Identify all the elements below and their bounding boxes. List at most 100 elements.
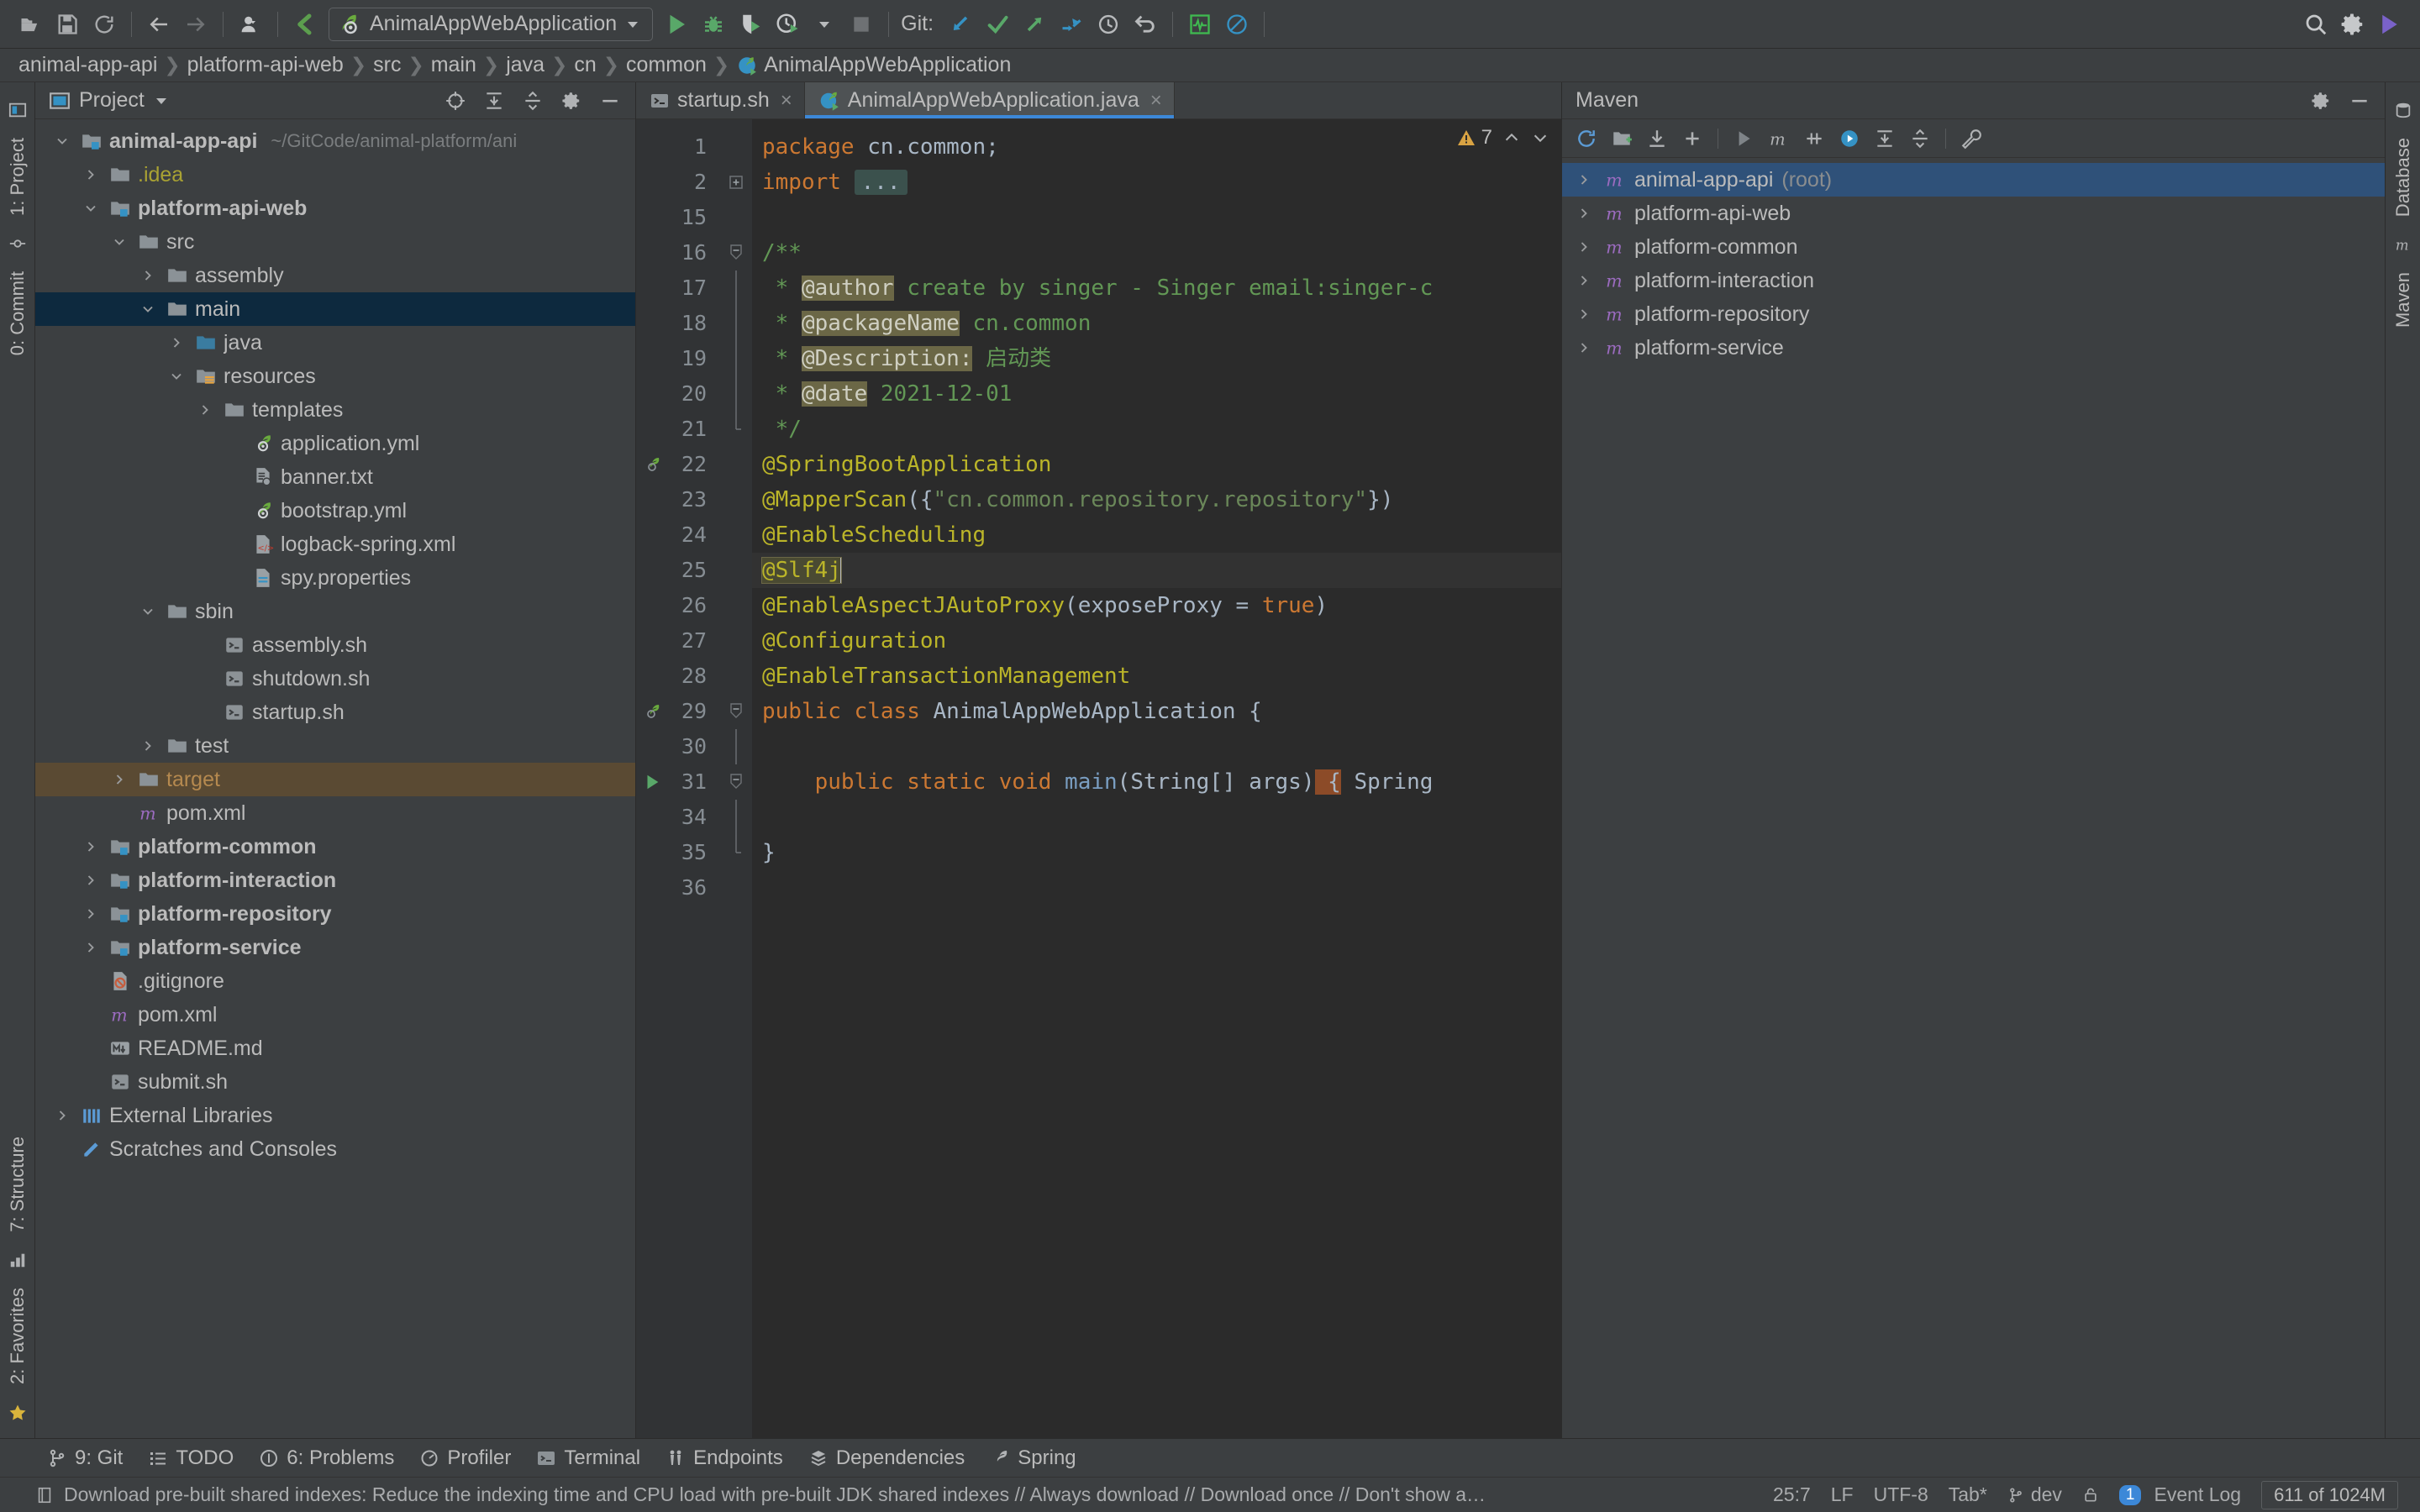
tree-item-animal-app-api[interactable]: animal-app-api ~/GitCode/animal-platform/… <box>35 124 635 158</box>
tree-item-platform-interaction[interactable]: platform-interaction <box>35 864 635 897</box>
stop-button[interactable] <box>843 6 880 43</box>
line-number[interactable]: 28 <box>636 659 720 694</box>
sidebar-item-favorites[interactable]: 2: Favorites <box>7 1279 29 1393</box>
fold-marker[interactable] <box>720 235 752 270</box>
maven-item-platform-repository[interactable]: m platform-repository <box>1562 297 2385 331</box>
fold-marker[interactable] <box>720 764 752 800</box>
code-line[interactable]: } <box>752 835 1561 870</box>
bottom-tab-todo[interactable]: TODO <box>148 1446 234 1470</box>
vcs-update-icon[interactable] <box>287 6 324 43</box>
breadcrumb-item-5[interactable]: cn <box>569 53 601 77</box>
code-line[interactable]: @SpringBootApplication <box>752 447 1561 482</box>
breadcrumb-item-0[interactable]: animal-app-api <box>13 53 162 77</box>
tree-item-logback-spring-xml[interactable]: </> logback-spring.xml <box>35 528 635 561</box>
maven-m-icon[interactable]: m <box>1763 123 1795 155</box>
settings-wrench-icon[interactable] <box>1955 123 1987 155</box>
run-configuration-selector[interactable]: AnimalAppWebApplication <box>329 7 654 41</box>
fold-marker[interactable] <box>720 412 752 447</box>
line-number[interactable]: 1 <box>636 129 720 165</box>
maven-item-animal-app-api[interactable]: m animal-app-api (root) <box>1562 163 2385 197</box>
twisty-open-icon[interactable] <box>79 200 103 217</box>
code-line[interactable] <box>752 200 1561 235</box>
line-number-gutter[interactable]: 1 2 15 16 17 18 19 20 21 22 23 24 25 26 27 28 29 30 31 34 35… <box>636 119 720 1438</box>
save-icon[interactable] <box>49 6 86 43</box>
editor-tab-animalappwebapplication-java[interactable]: AnimalAppWebApplication.java × <box>804 82 1175 118</box>
bottom-tab-6-problems[interactable]: 6: Problems <box>259 1446 394 1470</box>
tree-item-resources[interactable]: resources <box>35 360 635 393</box>
line-number[interactable]: 22 <box>636 447 720 482</box>
line-number[interactable]: 17 <box>636 270 720 306</box>
lock-icon[interactable] <box>2072 1487 2109 1504</box>
fold-marker[interactable] <box>720 376 752 412</box>
line-number[interactable]: 35 <box>636 835 720 870</box>
line-number[interactable]: 2 <box>636 165 720 200</box>
line-separator[interactable]: LF <box>1821 1483 1864 1506</box>
git-revert-icon[interactable] <box>1127 6 1164 43</box>
activity-monitor-icon[interactable] <box>1181 6 1218 43</box>
tree-item-templates[interactable]: templates <box>35 393 635 427</box>
maven-item-platform-service[interactable]: m platform-service <box>1562 331 2385 365</box>
line-number[interactable]: 34 <box>636 800 720 835</box>
breadcrumb-item-3[interactable]: main <box>426 53 481 77</box>
close-icon[interactable]: × <box>781 89 792 113</box>
file-encoding[interactable]: UTF-8 <box>1864 1483 1939 1506</box>
git-commit-icon[interactable] <box>979 6 1016 43</box>
twisty-closed-icon[interactable] <box>1572 339 1596 356</box>
search-icon[interactable] <box>2297 6 2334 43</box>
fold-marker[interactable] <box>720 729 752 764</box>
line-number[interactable]: 27 <box>636 623 720 659</box>
twisty-open-icon[interactable] <box>165 368 188 385</box>
twisty-open-icon[interactable] <box>50 133 74 150</box>
line-number[interactable]: 26 <box>636 588 720 623</box>
reload-icon[interactable] <box>1570 123 1602 155</box>
gear-icon[interactable] <box>2306 86 2336 116</box>
close-icon[interactable]: × <box>1150 89 1162 113</box>
tree-item-assembly-sh[interactable]: assembly.sh <box>35 628 635 662</box>
skip-tests-icon[interactable] <box>1798 123 1830 155</box>
maven-tool-icon[interactable]: m <box>2394 235 2412 254</box>
sidebar-item-commit[interactable]: 0: Commit <box>7 263 29 364</box>
code-text[interactable]: package cn.common; import .../** * @autho… <box>752 119 1561 1438</box>
line-number[interactable]: 30 <box>636 729 720 764</box>
bottom-tab-spring[interactable]: Spring <box>990 1446 1076 1470</box>
breadcrumb-item-4[interactable]: java <box>501 53 550 77</box>
tree-item-banner-txt[interactable]: banner.txt <box>35 460 635 494</box>
git-branch-widget[interactable]: dev <box>1997 1483 2072 1506</box>
twisty-open-icon[interactable] <box>108 234 131 250</box>
no-access-icon[interactable] <box>1218 6 1255 43</box>
line-number[interactable]: 18 <box>636 306 720 341</box>
debug-button[interactable] <box>695 6 732 43</box>
profile-dropdown-icon[interactable] <box>806 6 843 43</box>
run-with-coverage-button[interactable] <box>732 6 769 43</box>
collapsed-imports-marker[interactable]: ... <box>854 170 908 195</box>
bottom-tab-endpoints[interactable]: Endpoints <box>666 1446 783 1470</box>
code-line[interactable]: @Slf4j <box>752 553 1561 588</box>
code-line[interactable]: @EnableAspectJAutoProxy(exposeProxy = tr… <box>752 588 1561 623</box>
collapse-all-icon[interactable] <box>518 86 548 116</box>
sidebar-item-structure[interactable]: 7: Structure <box>7 1128 29 1241</box>
tree-item-scratches-and-consoles[interactable]: Scratches and Consoles <box>35 1132 635 1166</box>
line-number[interactable]: 19 <box>636 341 720 376</box>
git-history-icon[interactable] <box>1090 6 1127 43</box>
status-message[interactable]: Download pre-built shared indexes: Reduc… <box>64 1483 1492 1506</box>
plus-icon[interactable] <box>1676 123 1708 155</box>
execute-goal-icon[interactable] <box>1833 123 1865 155</box>
editor-tab-startup-sh[interactable]: startup.sh × <box>636 82 805 118</box>
profile-button[interactable] <box>769 6 806 43</box>
spring-gutter-icon[interactable] <box>641 701 663 722</box>
code-line[interactable]: * @date 2021-12-01 <box>752 376 1561 412</box>
fold-marker[interactable] <box>720 306 752 341</box>
line-number[interactable]: 36 <box>636 870 720 906</box>
code-line[interactable]: * @packageName cn.common <box>752 306 1561 341</box>
project-tree[interactable]: animal-app-api ~/GitCode/animal-platform/… <box>35 119 635 1438</box>
fold-marker[interactable] <box>720 341 752 376</box>
event-log-widget[interactable]: 1 Event Log <box>2109 1483 2251 1506</box>
memory-indicator[interactable]: 611 of 1024M <box>2251 1480 2408 1509</box>
twisty-closed-icon[interactable] <box>79 906 103 922</box>
code-line[interactable]: import ... <box>752 165 1561 200</box>
tree-item-pom-xml[interactable]: m pom.xml <box>35 998 635 1032</box>
tree-item-application-yml[interactable]: application.yml <box>35 427 635 460</box>
bottom-tab-9-git[interactable]: 9: Git <box>47 1446 123 1470</box>
twisty-closed-icon[interactable] <box>136 738 160 754</box>
git-update-icon[interactable] <box>942 6 979 43</box>
